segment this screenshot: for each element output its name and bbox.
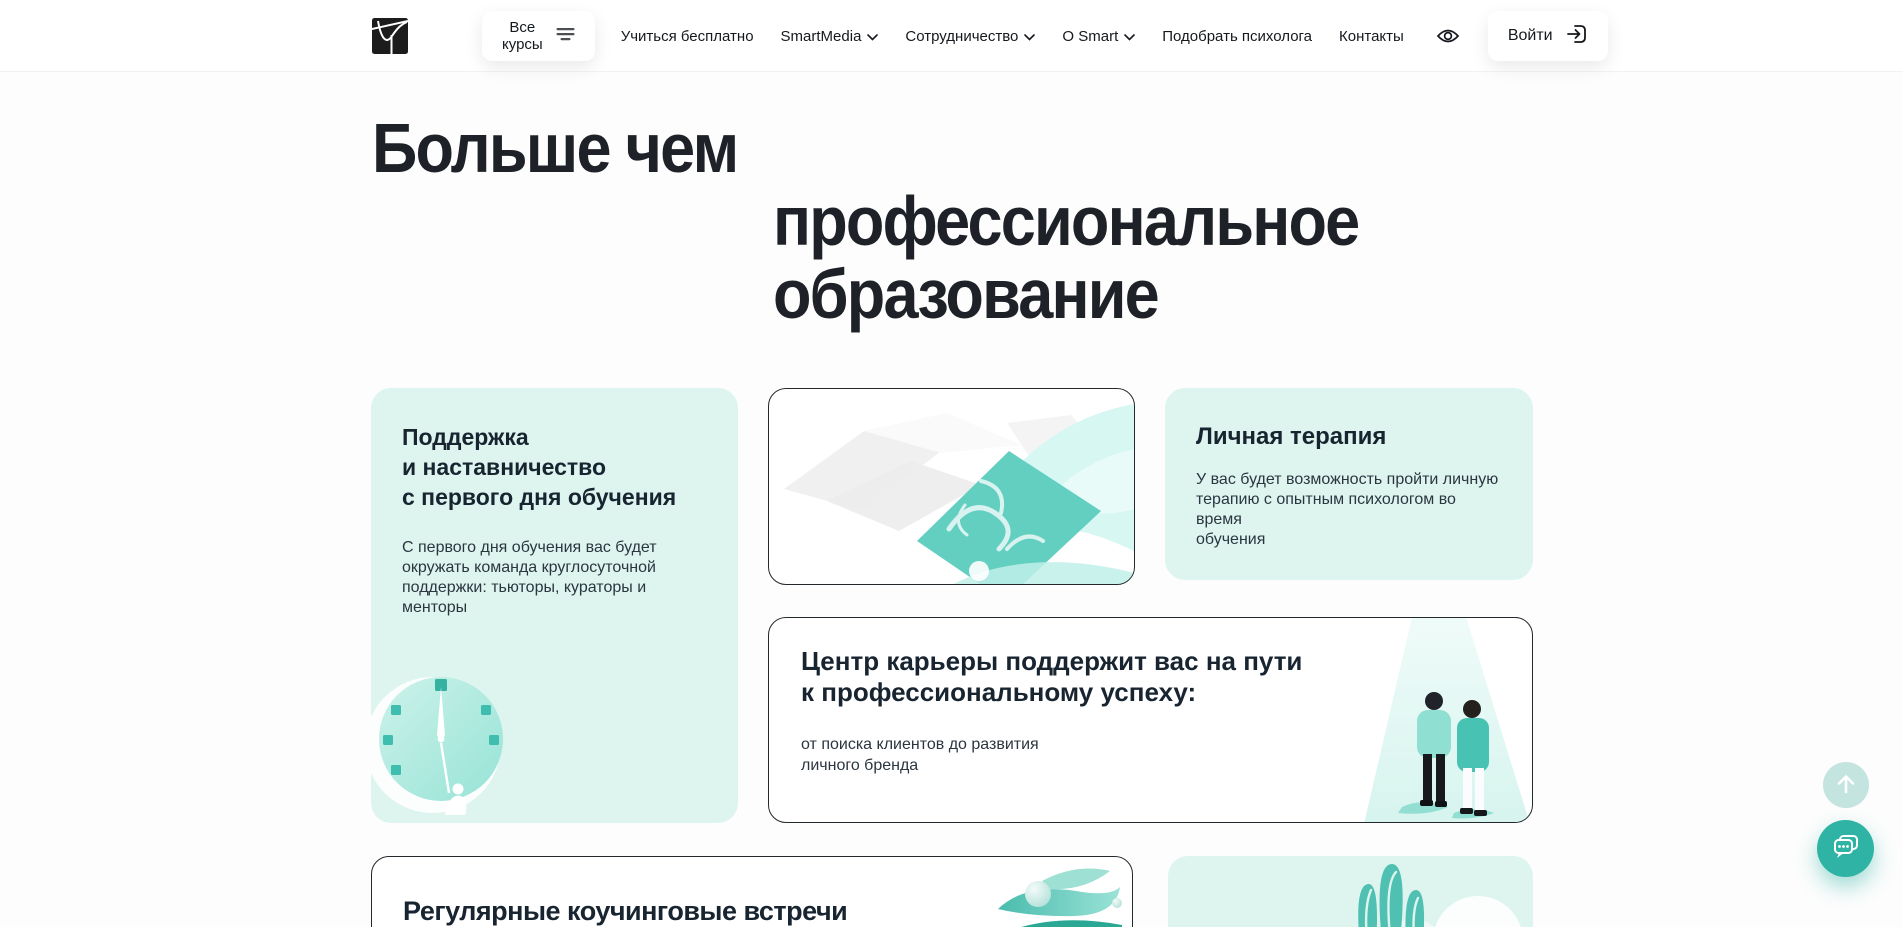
all-courses-button[interactable]: Все курсы [482, 11, 595, 61]
card-therapy-body: У вас будет возможность пройти личную те… [1196, 470, 1505, 550]
clock-illustration [371, 643, 537, 823]
card-support: Поддержка и наставничество с первого дня… [371, 388, 738, 823]
nav-label: Учиться бесплатно [621, 28, 754, 45]
card-career: Центр карьеры поддержит вас на пути к пр… [768, 617, 1533, 823]
accessibility-eye-icon[interactable] [1436, 28, 1460, 44]
card-support-title: Поддержка и наставничество с первого дня… [402, 422, 710, 512]
nav-item-smartmedia[interactable]: SmartMedia [781, 28, 879, 45]
nav-item-cooperation[interactable]: Сотрудничество [905, 28, 1035, 45]
hero-line-1: Больше чем [372, 112, 1423, 185]
card-therapy-title: Личная терапия [1196, 422, 1505, 452]
card-plants-illustration [1168, 856, 1533, 927]
login-label: Войти [1508, 27, 1553, 45]
smartmedia-logo-icon[interactable] [372, 18, 408, 54]
nav-label: Контакты [1339, 28, 1404, 45]
chat-widget-button[interactable] [1817, 820, 1874, 877]
arrow-up-icon [1835, 773, 1857, 798]
chevron-down-icon [867, 28, 878, 45]
nav-label: SmartMedia [781, 28, 862, 45]
hero-line-2: профессиональное [372, 185, 1423, 258]
card-support-body: С первого дня обучения вас будет окружат… [402, 538, 710, 618]
nav-label: Сотрудничество [905, 28, 1018, 45]
landing-page: Все курсы Учиться бесплатно SmartMedia [0, 0, 1903, 927]
nav-item-free-learning[interactable]: Учиться бесплатно [621, 28, 754, 45]
card-therapy: Личная терапия У вас будет возможность п… [1165, 388, 1533, 580]
career-people-illustration [1362, 617, 1532, 823]
main-nav: Учиться бесплатно SmartMedia Сотрудничес… [621, 28, 1404, 45]
coaching-swirl-illustration [980, 861, 1130, 927]
card-hands-illustration [768, 388, 1135, 585]
nav-item-find-psychologist[interactable]: Подобрать психолога [1162, 28, 1312, 45]
hero-line-3: образование [372, 258, 1423, 331]
chevron-down-icon [1124, 28, 1135, 45]
chat-bubbles-icon [1831, 832, 1861, 865]
nav-label: Подобрать психолога [1162, 28, 1312, 45]
nav-item-contacts[interactable]: Контакты [1339, 28, 1404, 45]
login-arrow-icon [1566, 23, 1588, 50]
chevron-down-icon [1024, 28, 1035, 45]
header-inner: Все курсы Учиться бесплатно SmartMedia [372, 0, 1534, 72]
all-courses-label: Все курсы [502, 19, 543, 53]
nav-item-about-smart[interactable]: О Smart [1062, 28, 1135, 45]
header: Все курсы Учиться бесплатно SmartMedia [0, 0, 1903, 72]
nav-label: О Smart [1062, 28, 1118, 45]
hero-heading: Больше чем профессиональное образование [372, 112, 1423, 331]
scroll-to-top-button[interactable] [1823, 762, 1869, 808]
hamburger-icon [556, 27, 575, 45]
card-coaching: Регулярные коучинговые встречи [371, 856, 1133, 927]
login-button[interactable]: Войти [1488, 11, 1608, 61]
